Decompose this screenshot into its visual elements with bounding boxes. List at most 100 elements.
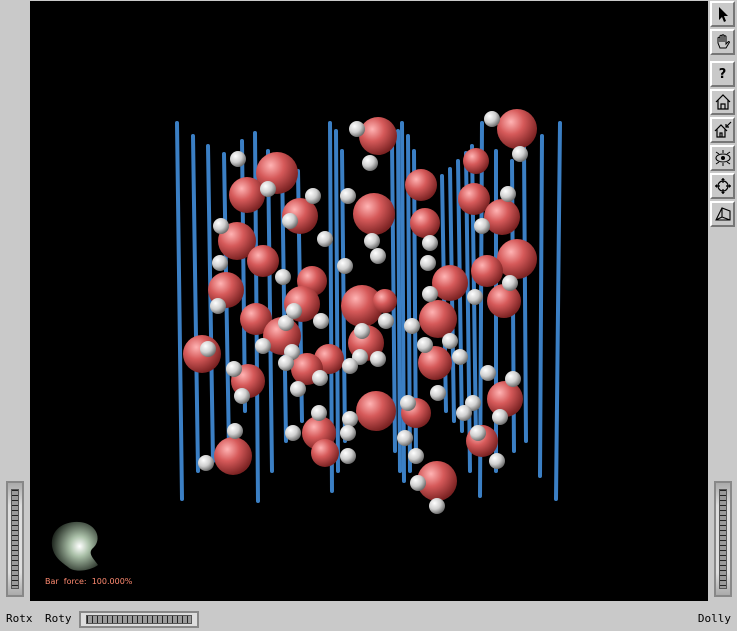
hydrogen-atom	[313, 313, 329, 329]
hydrogen-atom	[422, 235, 438, 251]
hydrogen-atom	[212, 255, 228, 271]
hydrogen-atom	[370, 248, 386, 264]
bottom-bar: Rotx Roty Dolly	[0, 603, 737, 631]
view-all-button[interactable]	[710, 145, 735, 171]
hydrogen-atom	[489, 453, 505, 469]
dolly-label: Dolly	[697, 612, 731, 625]
oxygen-atom	[247, 245, 279, 277]
hydrogen-atom	[410, 475, 426, 491]
seek-icon	[714, 178, 731, 194]
atom-group	[183, 109, 537, 514]
hydrogen-atom	[422, 286, 438, 302]
hydrogen-atom	[213, 218, 229, 234]
rod	[334, 129, 340, 473]
hydrogen-atom	[282, 213, 298, 229]
hydrogen-atom	[378, 313, 394, 329]
hydrogen-atom	[442, 333, 458, 349]
oxygen-atom	[419, 300, 457, 338]
dolly-thumbwheel[interactable]	[714, 481, 732, 597]
home-button[interactable]	[710, 89, 735, 115]
hydrogen-atom	[408, 448, 424, 464]
hydrogen-atom	[340, 188, 356, 204]
oxygen-atom	[405, 169, 437, 201]
rod	[396, 129, 402, 473]
thumbwheel-grip	[719, 489, 727, 589]
hydrogen-atom	[397, 430, 413, 446]
oxygen-atom	[484, 199, 520, 235]
rod	[191, 134, 200, 473]
hydrogen-atom	[430, 385, 446, 401]
hydrogen-atom	[502, 275, 518, 291]
oxygen-atom	[356, 391, 396, 431]
hydrogen-atom	[226, 361, 242, 377]
oxygen-atom	[311, 439, 339, 467]
rod	[400, 121, 406, 483]
hydrogen-atom	[234, 388, 250, 404]
set-home-icon	[714, 121, 731, 138]
roty-label: Roty	[45, 612, 72, 625]
rod	[522, 144, 528, 443]
oxygen-atom	[487, 284, 521, 318]
set-home-button[interactable]	[710, 117, 735, 143]
hydrogen-atom	[354, 323, 370, 339]
hydrogen-atom	[340, 448, 356, 464]
hydrogen-atom	[278, 355, 294, 371]
3d-viewport[interactable]: Bar force: 100.000%	[30, 1, 708, 601]
hydrogen-atom	[255, 338, 271, 354]
hydrogen-atom	[311, 405, 327, 421]
hydrogen-atom	[512, 146, 528, 162]
hydrogen-atom	[362, 155, 378, 171]
rotx-label: Rotx	[6, 612, 33, 625]
help-icon: ?	[718, 66, 727, 82]
hydrogen-atom	[317, 231, 333, 247]
hydrogen-atom	[370, 351, 386, 367]
rod	[554, 121, 562, 501]
roty-thumbwheel[interactable]	[79, 611, 199, 628]
hydrogen-atom	[349, 121, 365, 137]
hydrogen-atom	[285, 425, 301, 441]
oxygen-atom	[458, 183, 490, 215]
hand-view-icon	[717, 34, 730, 49]
hydrogen-atom	[505, 371, 521, 387]
thumbwheel-grip	[86, 615, 192, 624]
oxygen-atom	[463, 148, 489, 174]
hydrogen-atom	[290, 381, 306, 397]
oxygen-atom	[229, 177, 265, 213]
oxygen-atom	[471, 255, 503, 287]
bar-force-readout: Bar force: 100.000%	[45, 577, 132, 586]
select-arrow-button[interactable]	[710, 1, 735, 27]
select-arrow-icon	[718, 7, 728, 22]
seek-button[interactable]	[710, 173, 735, 199]
hydrogen-atom	[467, 289, 483, 305]
hydrogen-atom	[340, 425, 356, 441]
hydrogen-atom	[286, 303, 302, 319]
projection-button[interactable]	[710, 201, 735, 227]
bar-force-label: Bar force:	[45, 577, 87, 586]
hydrogen-atom	[404, 318, 420, 334]
hydrogen-atom	[200, 341, 216, 357]
light-bulb-icon	[51, 521, 98, 571]
hydrogen-atom	[400, 395, 416, 411]
oxygen-atom	[359, 117, 397, 155]
hydrogen-atom	[484, 111, 500, 127]
hand-view-button[interactable]	[710, 29, 735, 55]
hydrogen-atom	[364, 233, 380, 249]
thumbwheel-grip	[11, 489, 19, 589]
molecule-scene	[51, 109, 562, 571]
oxygen-atom	[373, 289, 397, 313]
projection-icon	[714, 207, 731, 221]
hydrogen-atom	[470, 425, 486, 441]
hydrogen-atom	[230, 151, 246, 167]
hydrogen-atom	[210, 298, 226, 314]
hydrogen-atom	[474, 218, 490, 234]
rod	[175, 121, 184, 501]
hydrogen-atom	[417, 337, 433, 353]
hydrogen-atom	[500, 186, 516, 202]
hydrogen-atom	[456, 405, 472, 421]
help-button[interactable]: ?	[710, 61, 735, 87]
hydrogen-atom	[260, 181, 276, 197]
hydrogen-atom	[312, 370, 328, 386]
rotx-thumbwheel[interactable]	[6, 481, 24, 597]
hydrogen-atom	[429, 498, 445, 514]
oxygen-atom	[214, 437, 252, 475]
